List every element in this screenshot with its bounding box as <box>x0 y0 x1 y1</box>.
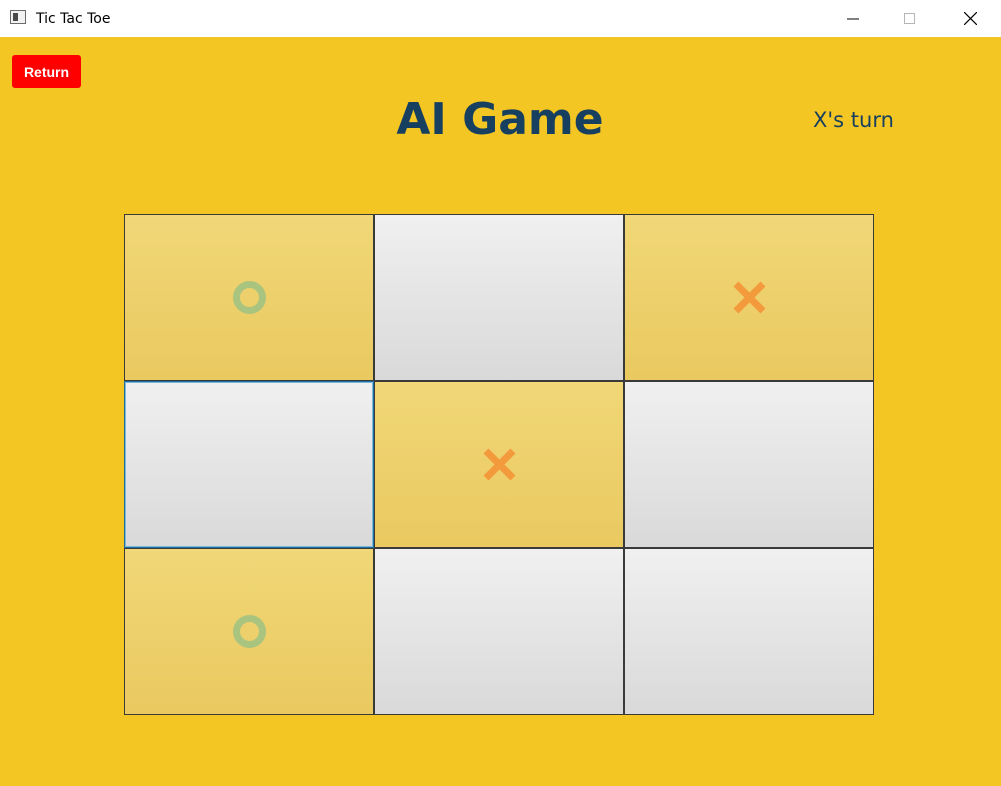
maximize-button[interactable] <box>887 0 933 37</box>
o-mark-icon <box>231 613 268 650</box>
x-mark-icon <box>481 446 518 483</box>
board-cell-r2c1[interactable] <box>124 381 374 548</box>
game-board <box>124 214 876 715</box>
window-title: Tic Tac Toe <box>36 11 111 27</box>
board-cell-r3c1[interactable] <box>124 548 374 715</box>
title-bar: Tic Tac Toe <box>0 0 1001 37</box>
board-cell-r1c2[interactable] <box>374 214 624 381</box>
close-icon <box>963 12 977 25</box>
board-cell-r2c3[interactable] <box>624 381 874 548</box>
turn-indicator: X's turn <box>813 108 894 132</box>
app-window: Tic Tac Toe Return AI Game X's turn <box>0 0 1001 786</box>
app-icon <box>10 10 26 24</box>
game-area: Return AI Game X's turn <box>0 37 1001 786</box>
close-button[interactable] <box>947 0 993 37</box>
board-cell-r1c1[interactable] <box>124 214 374 381</box>
board-cell-r2c2[interactable] <box>374 381 624 548</box>
board-cell-r3c3[interactable] <box>624 548 874 715</box>
x-mark-icon <box>731 279 768 316</box>
o-mark-icon <box>231 279 268 316</box>
maximize-icon <box>904 12 915 24</box>
return-button[interactable]: Return <box>12 55 81 88</box>
page-title: AI Game <box>396 94 604 145</box>
minimize-icon <box>847 18 859 19</box>
board-cell-r1c3[interactable] <box>624 214 874 381</box>
board-cell-r3c2[interactable] <box>374 548 624 715</box>
minimize-button[interactable] <box>830 0 876 37</box>
